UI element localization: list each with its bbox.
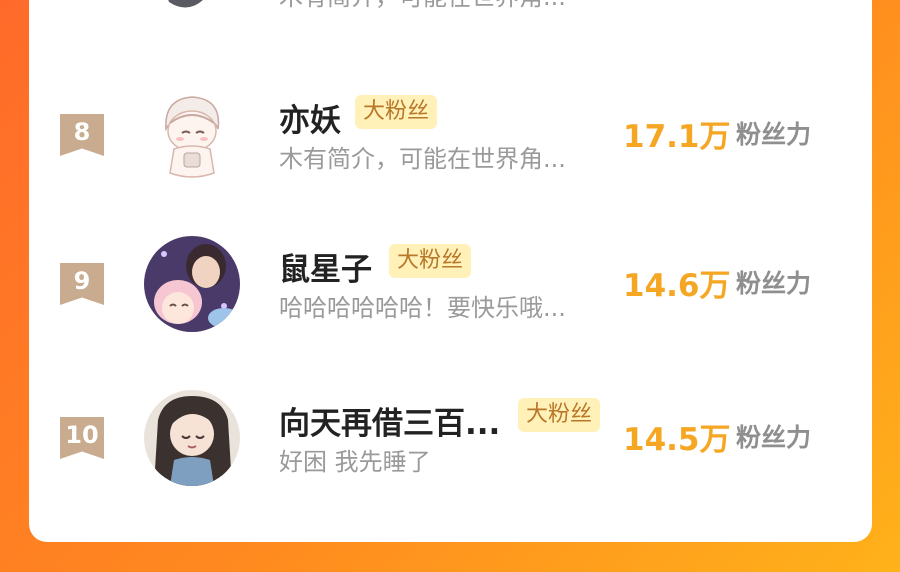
big-fan-badge: 大粉丝: [389, 244, 472, 278]
big-fan-badge: 大粉丝: [355, 95, 438, 129]
fan-row[interactable]: 9 鼠星子 大粉丝 哈哈哈哈哈哈！要快乐哦... 14.6万 粉丝力: [29, 236, 872, 356]
avatar[interactable]: [144, 87, 240, 183]
fan-row[interactable]: 8 亦妖 大粉丝 木有简介，可能在世界角... 17.1万 粉丝力: [29, 87, 872, 207]
fan-power-value: 17.1万: [623, 119, 731, 155]
fan-name[interactable]: 亦妖: [279, 95, 341, 140]
fan-power-label: 粉丝力: [736, 423, 812, 452]
rank-badge: 8: [60, 114, 104, 156]
rank-badge: 10: [60, 417, 104, 459]
fan-name[interactable]: 鼠星子: [279, 244, 372, 289]
fan-intro: 木有简介，可能在世界角...: [279, 145, 566, 173]
fan-intro: 好困 我先睡了: [279, 448, 431, 476]
fan-power-value: 14.5万: [623, 422, 731, 458]
fan-power-label: 粉丝力: [736, 269, 812, 298]
fan-power-value: 14.6万: [623, 268, 731, 304]
big-fan-badge: 大粉丝: [518, 398, 601, 432]
fan-intro: 哈哈哈哈哈哈！要快乐哦...: [279, 294, 566, 322]
fan-ranking-card: 木有简介，可能在世界角... 8 亦妖 大粉丝 木有简介，可能在世界角... 1…: [29, 0, 872, 542]
rank-badge: 9: [60, 263, 104, 305]
avatar[interactable]: [144, 390, 240, 486]
avatar[interactable]: [144, 236, 240, 332]
fan-power-label: 粉丝力: [736, 120, 812, 149]
previous-fan-row[interactable]: 木有简介，可能在世界角...: [29, 0, 872, 20]
avatar[interactable]: [157, 0, 213, 13]
fan-name[interactable]: 向天再借三百...: [279, 398, 500, 443]
fan-intro: 木有简介，可能在世界角...: [279, 0, 566, 12]
fan-row[interactable]: 10 向天再借三百... 大粉丝 好困 我先睡了 14.5万 粉丝力: [29, 390, 872, 510]
